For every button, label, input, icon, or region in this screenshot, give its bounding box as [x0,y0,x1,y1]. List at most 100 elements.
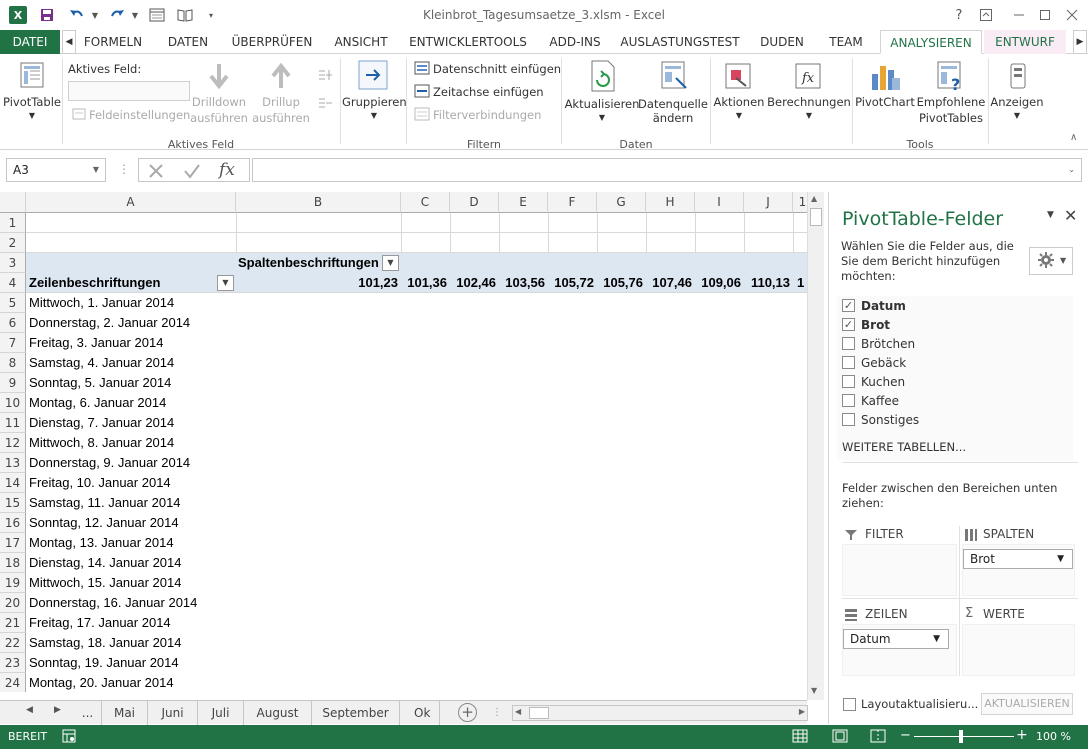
column-labels-header[interactable]: Spaltenbeschriftungen [238,253,379,273]
help-icon[interactable]: ? [948,4,970,26]
formula-input[interactable]: ⌄ [252,158,1082,182]
hscroll-thumb[interactable] [529,707,549,719]
pane-options-icon[interactable]: ▼ [1047,210,1054,220]
column-header-f[interactable]: F [548,192,597,213]
refresh-icon[interactable] [588,60,618,95]
row-header[interactable]: 19 [0,573,26,593]
field-item[interactable]: Sonstiges [842,410,919,429]
row-header[interactable]: 3 [0,253,26,273]
row-item-label[interactable]: Samstag, 4. Januar 2014 [29,353,174,373]
pivotchart-icon[interactable] [870,60,900,95]
row-item-label[interactable]: Freitag, 17. Januar 2014 [29,613,171,633]
recommended-pivottables-icon[interactable]: ? [936,60,966,95]
column-value-label[interactable]: 1 [797,273,807,293]
row-item-label[interactable]: Sonntag, 19. Januar 2014 [29,653,179,673]
column-header-i[interactable]: I [695,192,744,213]
column-value-label[interactable]: 101,36 [401,273,447,293]
column-header-b[interactable]: B [236,192,401,213]
sheet-tab-juli[interactable]: Juli [198,701,244,725]
slicer-button[interactable]: Datenschnitt einfügen [433,61,561,77]
tab-scroll-left-icon[interactable]: ◀ [62,30,76,54]
row-header[interactable]: 21 [0,613,26,633]
maximize-icon[interactable] [1034,4,1056,26]
pivotchart-button[interactable]: PivotChart [854,94,916,110]
page-break-view-icon[interactable] [870,729,886,746]
sheet-tab-august[interactable]: August [244,701,312,725]
expand-field-icon[interactable] [318,68,334,85]
row-header[interactable]: 15 [0,493,26,513]
scroll-up-icon[interactable]: ▲ [811,194,817,203]
scroll-down-icon[interactable]: ▼ [811,686,817,695]
gruppieren-dropdown-icon[interactable]: ▼ [342,108,406,124]
row-header[interactable]: 12 [0,433,26,453]
row-item-label[interactable]: Samstag, 11. Januar 2014 [29,493,181,513]
filter-connections-icon[interactable] [414,107,430,124]
row-header[interactable]: 7 [0,333,26,353]
row-header[interactable]: 9 [0,373,26,393]
sheet-tab-mai[interactable]: Mai [102,701,148,725]
cancel-icon[interactable] [147,162,165,183]
field-checkbox[interactable] [842,375,855,388]
row-header[interactable]: 16 [0,513,26,533]
tab-ueberpruefen[interactable]: ÜBERPRÜFEN [228,30,316,54]
row-item-label[interactable]: Dienstag, 7. Januar 2014 [29,413,174,433]
row-header[interactable]: 8 [0,353,26,373]
row-header[interactable]: 6 [0,313,26,333]
close-icon[interactable] [1061,4,1083,26]
select-all-corner[interactable] [0,192,26,213]
update-button[interactable]: AKTUALISIEREN [981,693,1073,715]
sheet-tab-juni[interactable]: Juni [148,701,198,725]
rows-field-dropdown[interactable]: Datum ▼ [843,629,949,649]
sheet-tab-september[interactable]: September [312,701,400,725]
slicer-icon[interactable] [414,61,430,78]
column-header-a[interactable]: A [26,192,236,213]
zoom-out-icon[interactable]: − [900,728,911,743]
sheet-tab-oktober[interactable]: Ok [400,701,440,725]
row-item-label[interactable]: Sonntag, 5. Januar 2014 [29,373,171,393]
column-header-g[interactable]: G [597,192,646,213]
column-value-label[interactable]: 105,72 [548,273,594,293]
pivottable-icon[interactable] [20,62,44,91]
change-source-icon[interactable] [660,60,690,95]
pane-close-icon[interactable]: ✕ [1064,206,1077,225]
expand-formula-icon[interactable]: ⌄ [1068,159,1075,181]
row-labels-filter-icon[interactable]: ▼ [217,275,234,291]
tab-datei[interactable]: DATEI [0,30,60,54]
collapse-ribbon-icon[interactable]: ∧ [1070,132,1077,143]
zoom-slider[interactable] [914,736,1014,737]
calculations-icon[interactable]: fx [794,62,822,93]
sheet-next-icon[interactable]: ▶ [54,705,61,715]
show-dropdown-icon[interactable]: ▼ [988,108,1046,124]
show-icon[interactable] [1006,62,1030,93]
row-header[interactable]: 22 [0,633,26,653]
ribbon-display-icon[interactable] [975,4,997,26]
row-item-label[interactable]: Montag, 13. Januar 2014 [29,533,174,553]
macro-record-icon[interactable] [62,729,76,746]
row-header[interactable]: 11 [0,413,26,433]
drilldown-icon[interactable] [206,62,232,93]
recommended-label-1[interactable]: Empfohlene [914,94,988,110]
row-item-label[interactable]: Freitag, 10. Januar 2014 [29,473,171,493]
column-header-h[interactable]: H [646,192,695,213]
values-zone[interactable] [962,624,1075,676]
sheet-tab-more[interactable]: ... [74,701,102,725]
timeline-button[interactable]: Zeitachse einfügen [433,84,544,100]
tab-duden[interactable]: DUDEN [754,30,810,54]
tab-team[interactable]: TEAM [822,30,870,54]
scroll-right-icon[interactable]: ▶ [799,707,805,716]
minimize-icon[interactable] [1008,4,1030,26]
row-header[interactable]: 17 [0,533,26,553]
field-checkbox[interactable] [842,413,855,426]
row-item-label[interactable]: Montag, 20. Januar 2014 [29,673,174,692]
column-labels-filter-icon[interactable]: ▼ [382,255,399,271]
zoom-level[interactable]: 100 % [1036,730,1071,743]
row-item-label[interactable]: Freitag, 3. Januar 2014 [29,333,163,353]
row-header[interactable]: 18 [0,553,26,573]
recommended-label-2[interactable]: PivotTables [914,110,988,126]
column-value-label[interactable]: 105,76 [597,273,643,293]
scroll-thumb[interactable] [810,208,822,226]
row-item-label[interactable]: Mittwoch, 8. Januar 2014 [29,433,174,453]
field-settings-button[interactable]: Feldeinstellungen [89,107,190,123]
tab-auslastungstest[interactable]: AUSLASTUNGSTEST [618,30,742,54]
scroll-left-icon[interactable]: ◀ [515,707,521,716]
